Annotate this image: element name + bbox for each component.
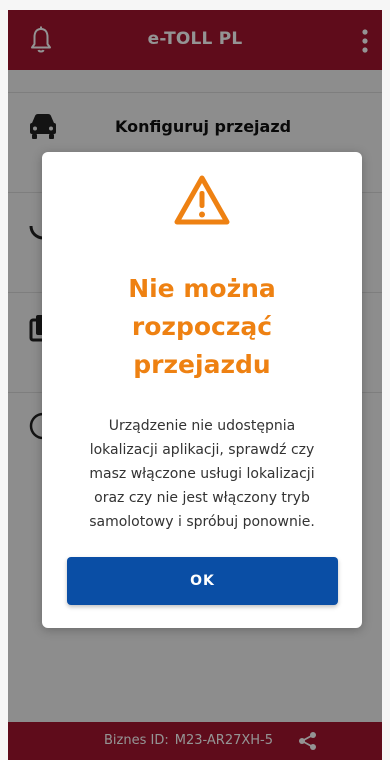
- dialog-message-line: oraz czy nie jest włączony tryb: [94, 490, 310, 506]
- ok-button[interactable]: OK: [67, 557, 338, 605]
- dialog-title-line: przejazdu: [133, 350, 271, 379]
- app-screen: e-TOLL PL Konfiguruj przejazd Biznes ID:…: [0, 0, 390, 760]
- dialog-message-line: samolotowy i spróbuj ponownie.: [89, 514, 315, 530]
- dialog-title: Nie można rozpocząć przejazdu: [62, 270, 342, 384]
- error-dialog: Nie można rozpocząć przejazdu Urządzenie…: [42, 152, 362, 628]
- dialog-title-line: Nie można: [128, 274, 276, 303]
- dialog-message-line: Urządzenie nie udostępnia: [108, 418, 296, 434]
- dialog-message: Urządzenie nie udostępnia lokalizacji ap…: [64, 414, 340, 534]
- dialog-message-line: masz włączone usługi lokalizacji: [89, 466, 315, 482]
- dialog-message-line: lokalizacji aplikacji, sprawdź czy: [89, 442, 315, 458]
- dialog-title-line: rozpocząć: [131, 312, 273, 341]
- warning-icon: [174, 175, 230, 225]
